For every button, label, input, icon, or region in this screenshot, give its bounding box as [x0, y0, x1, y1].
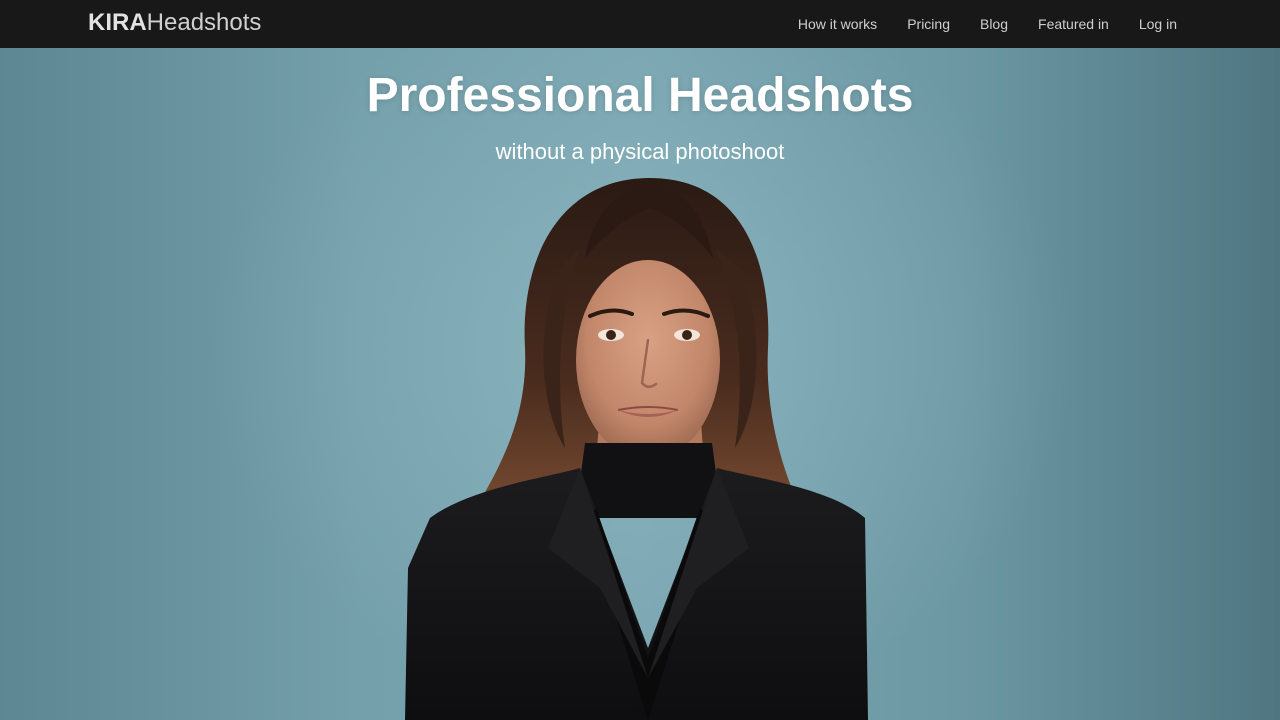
- main-nav: How it works Pricing Blog Featured in Lo…: [798, 0, 1177, 48]
- hero-title: Professional Headshots: [366, 69, 914, 122]
- logo-text-light: Headshots: [146, 9, 262, 36]
- hero-section: Professional Headshots without a physica…: [0, 48, 1280, 720]
- nav-link-log-in[interactable]: Log in: [1139, 16, 1177, 32]
- nav-link-pricing[interactable]: Pricing: [907, 16, 950, 32]
- nav-link-how-it-works[interactable]: How it works: [798, 16, 877, 32]
- nav-link-blog[interactable]: Blog: [980, 16, 1008, 32]
- turtleneck-shape: [575, 443, 722, 518]
- top-navbar: KIRAHeadshots How it works Pricing Blog …: [0, 0, 1280, 48]
- site-logo[interactable]: KIRAHeadshots: [88, 9, 261, 37]
- nav-link-featured-in[interactable]: Featured in: [1038, 16, 1109, 32]
- hero-subtitle: without a physical photoshoot: [495, 139, 785, 164]
- logo-text-strong: KIRA: [88, 9, 147, 36]
- face-shape: [576, 260, 720, 460]
